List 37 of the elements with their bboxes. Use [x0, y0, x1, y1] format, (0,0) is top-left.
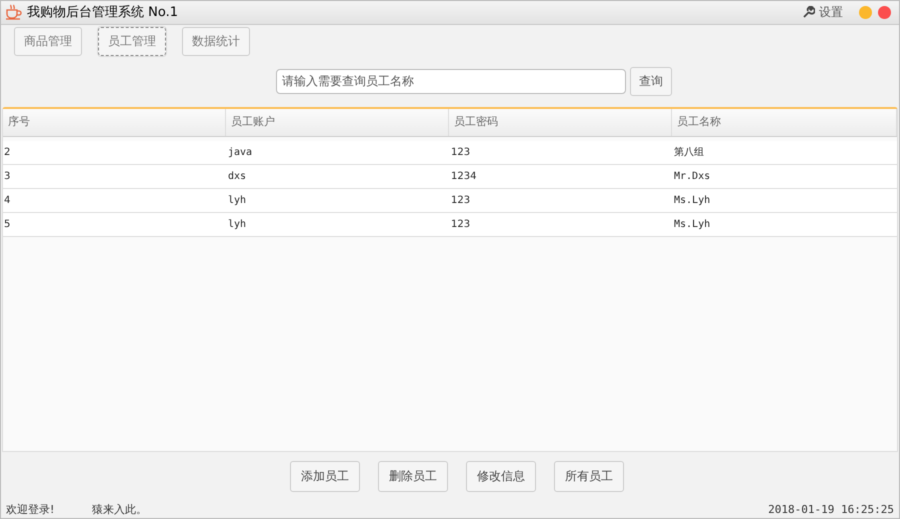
column-header[interactable]: 序号	[3, 108, 226, 136]
table-cell-text: 3	[3, 170, 12, 184]
action-button[interactable]: 修改信息	[466, 460, 536, 492]
tab[interactable]: 数据统计	[182, 26, 250, 56]
table-cell-text: 5	[3, 218, 12, 232]
table-cell-text: 2	[3, 146, 12, 160]
search-field[interactable]: 请输入需要查询员工名称	[276, 68, 626, 94]
table-cell-text: Ms.Lyh	[673, 194, 712, 208]
column-header[interactable]: 员工名称	[672, 108, 897, 136]
table-cell-text: 4	[3, 194, 12, 208]
column-header[interactable]: 员工账户	[226, 108, 449, 136]
table-cell-text: Mr.Dxs	[673, 170, 712, 184]
table-cell-text: lyh	[227, 194, 248, 208]
table-cell-text: lyh	[227, 218, 248, 232]
action-button[interactable]: 删除员工	[378, 460, 448, 492]
action-button[interactable]: 添加员工	[290, 460, 360, 492]
column-header[interactable]: 员工密码	[449, 108, 672, 136]
tab[interactable]: 员工管理	[98, 26, 166, 56]
table-cell-text: java	[227, 146, 254, 160]
settings-button[interactable]: 设置	[803, 3, 843, 22]
search-button[interactable]: 查询	[630, 66, 672, 96]
table-cell-text: 1234	[450, 170, 478, 184]
action-button[interactable]: 所有员工	[554, 460, 624, 492]
close-button[interactable]	[878, 6, 891, 19]
tab[interactable]: 商品管理	[14, 26, 82, 56]
window-title: 我购物后台管理系统 No.1	[27, 4, 178, 22]
table-cell-text: 123	[450, 218, 472, 232]
table-cell-text: Ms.Lyh	[673, 218, 712, 232]
minimize-button[interactable]	[859, 6, 872, 19]
datetime-text: 2018-01-19 16:25:25	[768, 502, 894, 518]
coffee-cup-icon	[5, 4, 23, 20]
user-text: 猿来入此。	[92, 502, 147, 518]
table-cell-text: 第八组	[673, 146, 705, 160]
table-cell-text: dxs	[227, 170, 248, 184]
table-cell-text: 123	[450, 146, 472, 160]
welcome-text: 欢迎登录!	[6, 502, 56, 518]
table-cell-text: 123	[450, 194, 472, 208]
